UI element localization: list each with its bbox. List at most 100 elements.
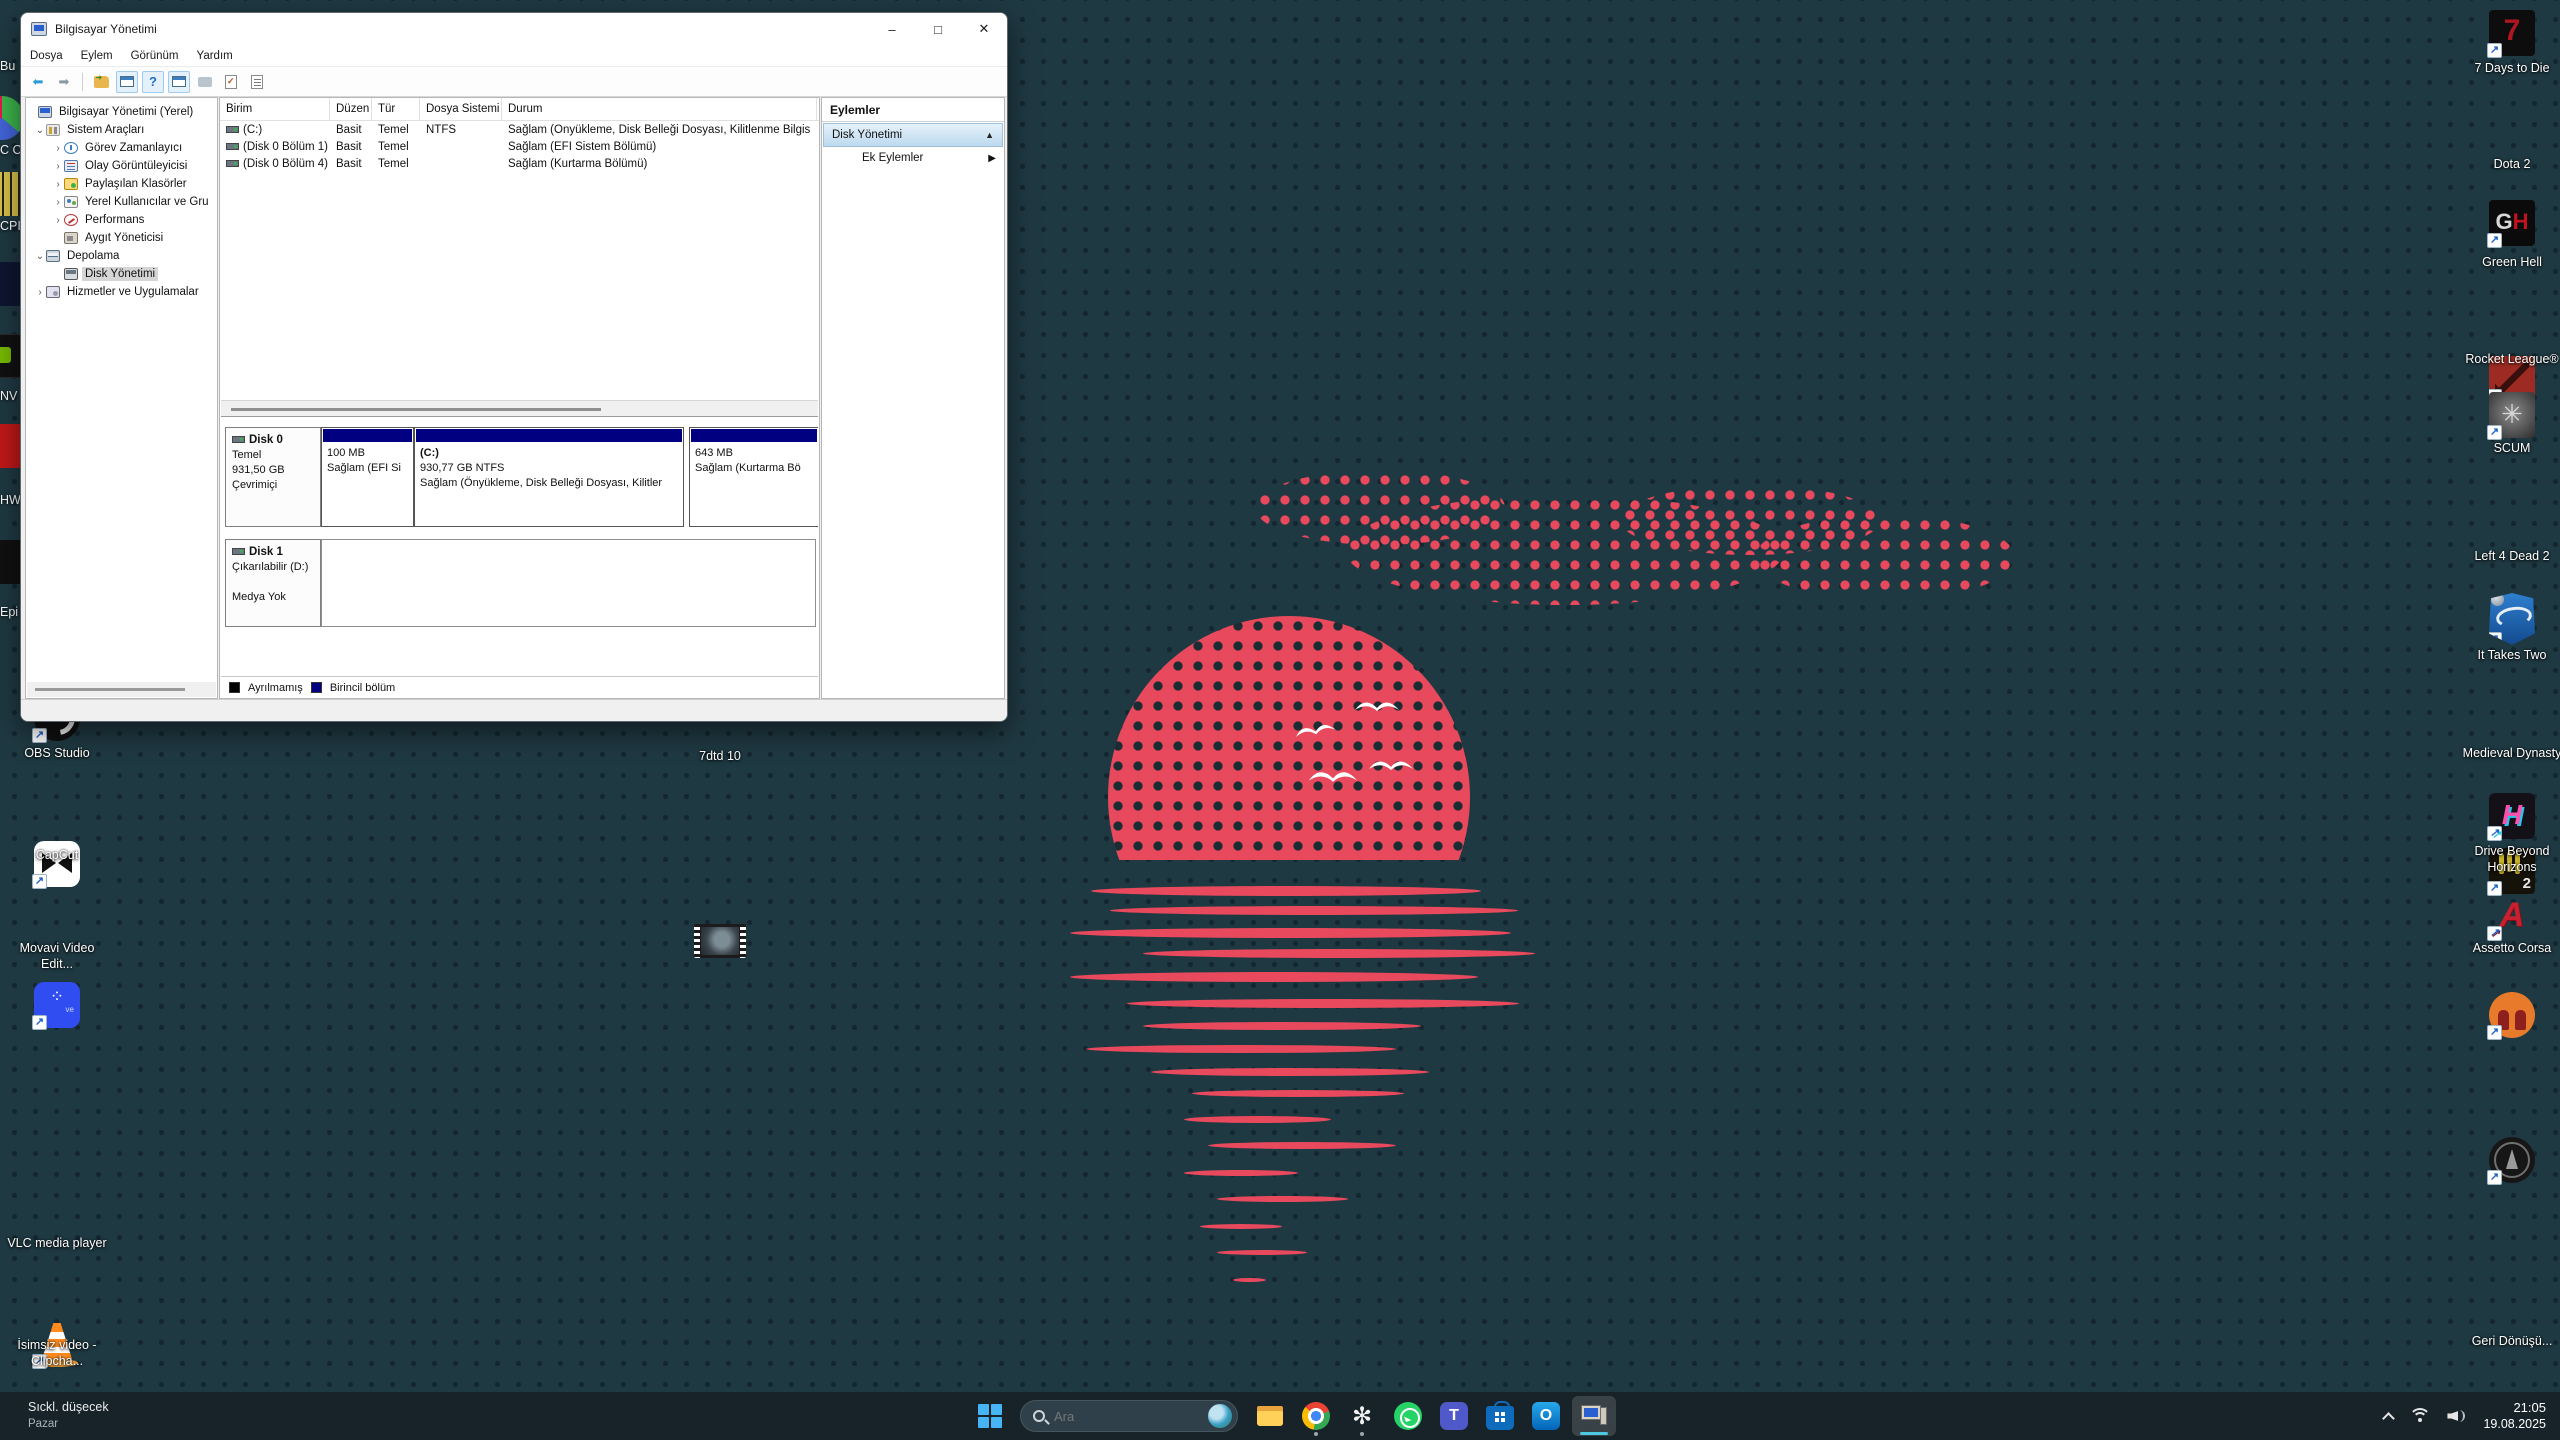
title-bar[interactable]: Bilgisayar Yönetimi – □ ✕ [21, 13, 1007, 45]
tree-item-gorev-zamanlayici[interactable]: ›Görev Zamanlayıcı [26, 139, 217, 157]
volume-row-bolum1[interactable]: (Disk 0 Bölüm 1) Basit Temel Sağlam (EFI… [220, 138, 819, 155]
shortcut-arrow-icon: ↗ [2487, 233, 2502, 248]
window-resize-strip[interactable] [21, 699, 1007, 721]
desktop-icon-label[interactable]: VLC media player [7, 1235, 107, 1251]
desktop-icon-label[interactable]: 7dtd 10 [670, 748, 770, 764]
menu-eylem[interactable]: Eylem [72, 45, 122, 66]
wifi-icon[interactable] [2409, 1408, 2431, 1425]
desktop-icon-label[interactable]: 7 Days to Die [2462, 60, 2560, 76]
actions-disk-yonetimi[interactable]: Disk Yönetimi ▲ [823, 123, 1003, 147]
taskbar-chrome-icon[interactable] [1302, 1402, 1330, 1430]
back-arrow-icon[interactable]: ⬅ [27, 71, 49, 93]
desktop-icon-it-takes-two[interactable]: ↗ [2489, 992, 2535, 1038]
start-button[interactable] [978, 1404, 1002, 1428]
disk-management-icon [64, 268, 78, 280]
tree-item-paylasilan-klasorler[interactable]: ›Paylaşılan Klasörler [26, 175, 217, 193]
list-horizontal-scrollbar[interactable] [221, 400, 818, 416]
column-header-birim[interactable]: Birim [220, 98, 330, 120]
desktop-icon-label[interactable]: Green Hell [2462, 254, 2560, 270]
actions-ek-eylemler[interactable]: Ek Eylemler ▶ [822, 147, 1004, 169]
taskbar-whatsapp-icon[interactable] [1394, 1402, 1422, 1430]
desktop-icon-label[interactable]: OBS Studio [7, 745, 107, 761]
disk0-label[interactable]: Disk 0 Temel 931,50 GB Çevrimiçi [225, 427, 321, 527]
event-log-icon [64, 160, 78, 172]
menu-dosya[interactable]: Dosya [21, 45, 72, 66]
tree-item-root[interactable]: Bilgisayar Yönetimi (Yerel) [26, 103, 217, 121]
check-disk-icon[interactable] [220, 71, 242, 93]
disk1-label[interactable]: Disk 1 Çıkarılabilir (D:) Medya Yok [225, 539, 321, 627]
show-action-pane-icon[interactable] [168, 71, 190, 93]
device-manager-icon [64, 232, 78, 244]
taskbar-outlook-icon[interactable] [1532, 1402, 1560, 1430]
desktop-icon-label[interactable]: Movavi Video Edit... [7, 940, 107, 972]
search-input[interactable] [1054, 1409, 1174, 1424]
volume-row-c[interactable]: (C:) Basit Temel NTFS Sağlam (Önyükleme,… [220, 121, 819, 138]
desktop-icon-label[interactable]: SCUM [2462, 440, 2560, 456]
desktop-icon-green-hell[interactable]: GH↗ [2489, 200, 2535, 246]
menu-gorunum[interactable]: Görünüm [122, 45, 188, 66]
taskbar: Sıckl. düşecek Pazar ✻ T 21:05 19.08.202… [0, 1392, 2560, 1440]
taskbar-search[interactable] [1020, 1400, 1238, 1432]
desktop-icon-label[interactable]: Rocket League® [2462, 351, 2560, 367]
taskbar-computer-management-active[interactable] [1572, 1396, 1616, 1436]
desktop-icon-7-days-to-die[interactable]: 7↗ [2489, 10, 2535, 56]
weather-widget[interactable]: Sıckl. düşecek Pazar [28, 1399, 109, 1433]
forward-arrow-icon[interactable]: ➡ [53, 71, 75, 93]
legend-swatch-primary [311, 682, 322, 693]
action-popup-icon[interactable] [194, 71, 216, 93]
tree-item-olay-goruntuleyicisi[interactable]: ›Olay Görüntüleyicisi [26, 157, 217, 175]
tree-item-hizmetler[interactable]: ›Hizmetler ve Uygulamalar [26, 283, 217, 301]
desktop-icon-assetto-corsa[interactable]: A↗ [2489, 893, 2535, 939]
maximize-button[interactable]: □ [915, 13, 961, 45]
desktop-icon-label[interactable]: Assetto Corsa [2462, 940, 2560, 956]
column-header-duzen[interactable]: Düzen [330, 98, 372, 120]
desktop-icon-label[interactable]: It Takes Two [2462, 647, 2560, 663]
minimize-button[interactable]: – [869, 13, 915, 45]
speaker-icon[interactable] [2447, 1408, 2467, 1424]
desktop-icon-drive-beyond-horizons[interactable]: H↗ [2489, 793, 2535, 839]
menu-yardim[interactable]: Yardım [188, 45, 242, 66]
collapse-caret-icon[interactable]: ▲ [985, 130, 994, 140]
close-button[interactable]: ✕ [961, 13, 1007, 45]
show-console-tree-icon[interactable] [116, 71, 138, 93]
tree-item-disk-yonetimi[interactable]: Disk Yönetimi [26, 265, 217, 283]
partition-recovery[interactable]: 643 MBSağlam (Kurtarma Bö [689, 427, 818, 527]
desktop-icon-label[interactable]: Dota 2 [2462, 156, 2560, 172]
desktop-icon-label[interactable]: Geri Dönüşü... [2462, 1333, 2560, 1349]
tree-horizontal-scrollbar[interactable] [27, 682, 216, 697]
desktop-icon-scum[interactable]: ✳↗ [2489, 392, 2535, 438]
partition-c[interactable]: (C:)930,77 GB NTFSSağlam (Önyükleme, Dis… [414, 427, 684, 527]
desktop-icon-label[interactable]: İsimsiz video - Clipcha... [7, 1337, 107, 1369]
tray-time: 21:05 [2483, 1400, 2546, 1416]
tree-item-yerel-kullanicilar[interactable]: ›Yerel Kullanıcılar ve Gru [26, 193, 217, 211]
help-icon[interactable]: ? [142, 71, 164, 93]
column-header-tur[interactable]: Tür [372, 98, 420, 120]
volume-row-bolum4[interactable]: (Disk 0 Bölüm 4) Basit Temel Sağlam (Kur… [220, 155, 819, 172]
tree-item-aygit-yoneticisi[interactable]: Aygıt Yöneticisi [26, 229, 217, 247]
column-header-dosya-sistemi[interactable]: Dosya Sistemi [420, 98, 502, 120]
icon-glyph: A [2500, 896, 2525, 934]
desktop-icon-label[interactable]: Left 4 Dead 2 [2462, 548, 2560, 564]
tree-item-sistem-araclari[interactable]: ⌄Sistem Araçları [26, 121, 217, 139]
disk1-region[interactable] [321, 539, 816, 627]
taskbar-teams-icon[interactable]: T [1440, 1402, 1468, 1430]
properties-icon[interactable] [246, 71, 268, 93]
desktop-icon-movavi[interactable]: ⁘ve↗ [34, 982, 80, 1028]
desktop-icon-label[interactable]: CapCut [7, 847, 107, 863]
taskbar-file-explorer-icon[interactable] [1256, 1402, 1284, 1430]
taskbar-microsoft-store-icon[interactable] [1486, 1406, 1514, 1430]
tree-item-depolama[interactable]: ⌄Depolama [26, 247, 217, 265]
desktop-icon-medieval-dynasty[interactable]: ↗ [2489, 1137, 2535, 1183]
desktop-icon-7dtd-video[interactable] [694, 924, 746, 958]
tree-item-performans[interactable]: ›Performans [26, 211, 217, 229]
bing-daily-image[interactable] [1208, 1404, 1232, 1428]
tray-clock[interactable]: 21:05 19.08.2025 [2483, 1400, 2546, 1432]
partition-efi[interactable]: 100 MBSağlam (EFI Si [321, 427, 414, 527]
desktop-icon-label[interactable]: Drive Beyond Horizons [2462, 843, 2560, 875]
toolbar-separator [82, 73, 83, 91]
column-header-durum[interactable]: Durum [502, 98, 817, 120]
tray-chevron-up-icon[interactable] [2383, 1412, 2396, 1425]
taskbar-chatgpt-icon[interactable]: ✻ [1348, 1402, 1376, 1430]
open-folder-icon[interactable] [90, 71, 112, 93]
desktop-icon-label[interactable]: Medieval Dynasty [2462, 745, 2560, 761]
